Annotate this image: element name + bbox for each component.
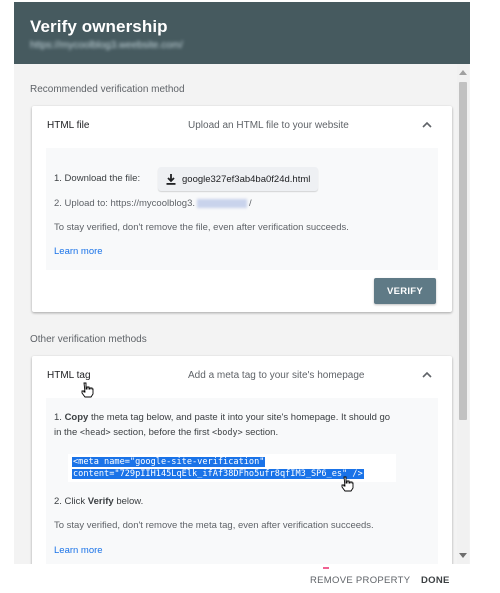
- upload-step: 2. Upload to: https://mycoolblog3. /: [54, 198, 252, 209]
- html-tag-card-header[interactable]: HTML tag Add a meta tag to your site's h…: [32, 356, 452, 398]
- html-tag-card-body: 1. Copy the meta tag below, and paste it…: [46, 398, 438, 564]
- html-tag-description: Add a meta tag to your site's homepage: [188, 370, 365, 381]
- html-file-title: HTML file: [47, 120, 90, 131]
- dialog-scrollbar[interactable]: [457, 64, 469, 564]
- verify-step-bold: Verify: [87, 496, 114, 507]
- recommended-section-label: Recommended verification method: [30, 84, 185, 95]
- copy-step-mid: section, before the first: [110, 427, 212, 438]
- html-file-card-header[interactable]: HTML file Upload an HTML file to your we…: [32, 106, 452, 148]
- upload-step-suffix: /: [249, 198, 252, 209]
- upload-step-prefix: 2. Upload to: https://mycoolblog3.: [54, 198, 195, 209]
- download-file-button[interactable]: google327ef3ab4ba0f24d.html: [158, 167, 319, 191]
- property-url: https://mycoolblog3.weebsite.com/: [30, 40, 183, 51]
- scroll-thumb[interactable]: [459, 82, 467, 420]
- download-icon: [166, 173, 176, 185]
- hand-cursor-icon: [81, 382, 94, 398]
- done-button[interactable]: DONE: [421, 575, 450, 586]
- html-file-note: To stay verified, don't remove the file,…: [54, 222, 349, 233]
- copy-step-bold: Copy: [64, 412, 89, 423]
- verify-button[interactable]: VERIFY: [374, 278, 436, 304]
- dialog-content[interactable]: Recommended verification method HTML fil…: [14, 64, 470, 564]
- verify-step: 2. Click Verify below.: [54, 496, 143, 507]
- html-file-card-body: 1. Download the file: google327ef3ab4ba0…: [46, 148, 438, 270]
- html-tag-learn-more-link[interactable]: Learn more: [54, 545, 103, 556]
- head-tag: <head>: [79, 428, 111, 438]
- html-tag-note: To stay verified, don't remove the meta …: [54, 520, 374, 531]
- redacted-domain: [197, 198, 247, 208]
- copy-step-rest: the meta tag below, and paste it into yo…: [88, 412, 391, 423]
- meta-tag-line-2[interactable]: content="729pIIH145LqElk_ifAf38DFho5ufr8…: [72, 469, 364, 479]
- remove-property-button[interactable]: REMOVE PROPERTY: [310, 575, 410, 586]
- html-tag-title: HTML tag: [47, 370, 91, 381]
- copy-step-in: in the: [54, 427, 80, 438]
- html-file-card: HTML file Upload an HTML file to your we…: [32, 106, 452, 312]
- scroll-up-arrow-icon[interactable]: [459, 70, 467, 75]
- meta-tag-line-1[interactable]: <meta name="google-site-verification": [72, 457, 266, 467]
- verify-step-prefix: 2. Click: [54, 496, 88, 507]
- download-step-label: 1. Download the file:: [54, 173, 141, 184]
- verify-step-suffix: below.: [113, 496, 144, 507]
- chevron-up-icon[interactable]: [420, 118, 434, 132]
- html-tag-card: HTML tag Add a meta tag to your site's h…: [32, 356, 452, 564]
- chevron-up-icon[interactable]: [420, 368, 434, 382]
- dialog-header: Verify ownership https://mycoolblog3.wee…: [14, 2, 470, 64]
- focus-indicator: [323, 567, 329, 569]
- copy-step-end: section.: [242, 427, 279, 438]
- download-filename: google327ef3ab4ba0f24d.html: [182, 173, 311, 185]
- scroll-down-arrow-icon[interactable]: [459, 553, 467, 558]
- hand-cursor-icon: [341, 476, 354, 492]
- body-tag: <body>: [212, 428, 243, 438]
- other-methods-section-label: Other verification methods: [30, 334, 147, 345]
- verify-ownership-dialog: Verify ownership https://mycoolblog3.wee…: [14, 2, 470, 593]
- html-file-description: Upload an HTML file to your website: [188, 120, 349, 131]
- html-file-learn-more-link[interactable]: Learn more: [54, 246, 103, 257]
- dialog-footer: REMOVE PROPERTY DONE: [14, 564, 470, 593]
- copy-step-text: 1. Copy the meta tag below, and paste it…: [54, 412, 391, 438]
- dialog-title: Verify ownership: [30, 17, 168, 36]
